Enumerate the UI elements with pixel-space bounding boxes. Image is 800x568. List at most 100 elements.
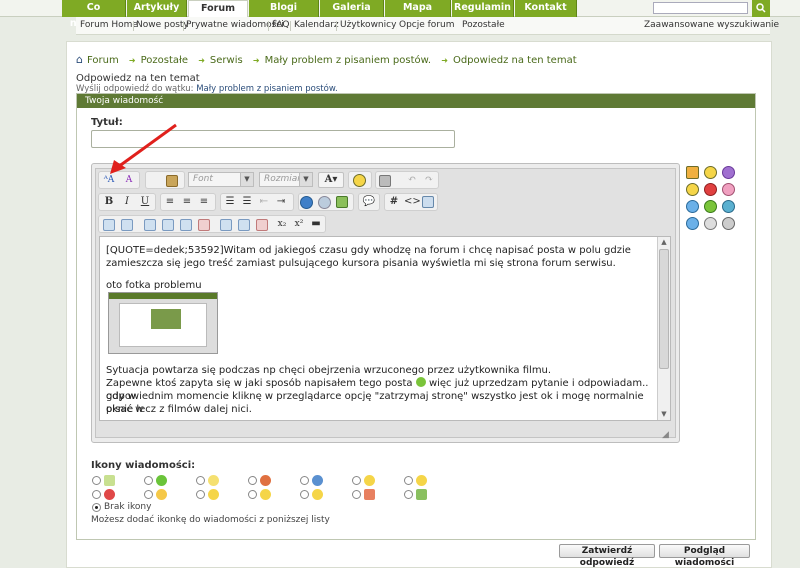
unordered-list-icon[interactable]: ☰ [239,194,255,210]
row-below-icon[interactable] [180,219,192,231]
subnav-pozostale[interactable]: Pozostałe [462,20,505,30]
tab-artykuly[interactable]: Artykuły [127,0,187,17]
subnav-kalendarz[interactable]: Kalendarz [294,20,339,30]
scroll-down-icon[interactable]: ▼ [658,409,670,420]
smiley-note-icon[interactable] [686,166,699,179]
indent-icon[interactable]: ⇥ [273,194,289,210]
smiley-insert-icon[interactable] [353,174,366,187]
tab-blogi[interactable]: Blogi [249,0,319,17]
col-left-icon[interactable] [238,219,250,231]
smiley-cool-icon[interactable] [686,200,699,213]
icon-radio-2[interactable] [144,476,153,485]
superscript-icon[interactable]: x² [291,216,307,232]
icon-radio-14[interactable] [404,490,413,499]
smiley-laugh-icon[interactable] [722,200,735,213]
smiley-smile-icon[interactable] [704,166,717,179]
top-nav: Co nowego? Artykuły Forum Blogi Galeria … [0,0,800,29]
smiley-grin-icon[interactable] [704,200,717,213]
subnav-faq[interactable]: FAQ [272,20,289,30]
search-icon [756,3,766,13]
submit-reply-button[interactable]: Zatwierdź odpowiedź [559,544,655,568]
row-above-icon[interactable] [162,219,174,231]
subnav-uzytkownicy[interactable]: Użytkownicy [340,20,396,30]
textarea-scrollbar[interactable]: ▲ ▼ [657,237,670,420]
align-left-icon[interactable]: ≡ [162,194,178,210]
bold-icon[interactable]: B [101,194,117,210]
icon-smile-icon [416,475,427,486]
home-icon: ⌂ [76,53,83,66]
image-icon[interactable] [336,196,348,208]
subscript-icon[interactable]: x₂ [274,216,290,232]
col-insert-icon[interactable] [220,219,232,231]
resize-handle-icon[interactable]: ◢ [662,430,669,440]
smiley-wink-icon[interactable] [686,183,699,196]
smiley-tongue-icon[interactable] [722,183,735,196]
table-icon[interactable] [103,219,115,231]
redo-icon[interactable]: ↷ [421,172,437,188]
outdent-icon[interactable]: ⇤ [256,194,272,210]
preview-button[interactable]: Podgląd wiadomości [659,544,750,568]
subnav-nowe-posty[interactable]: Nowe posty [136,20,189,30]
link-icon[interactable] [300,196,313,209]
message-icons-label: Ikony wiadomości: [91,460,196,471]
smiley-confused-icon[interactable] [686,217,699,230]
message-textarea[interactable]: [QUOTE=dedek;53592]Witam od jakiegoś cza… [99,236,671,421]
subnav-opcje-forum[interactable]: Opcje forum [399,20,455,30]
crumb-thread[interactable]: Mały problem z pisaniem postów. [265,55,431,66]
icon-radio-10[interactable] [196,490,205,499]
undo-icon[interactable]: ↶ [404,172,420,188]
tab-kontakt[interactable]: Kontakt [515,0,577,17]
icon-radio-1[interactable] [92,476,101,485]
icon-radio-5[interactable] [300,476,309,485]
attach-icon[interactable] [379,175,391,187]
icon-radio-8[interactable] [92,490,101,499]
smiley-purple-icon[interactable] [722,166,735,179]
ordered-list-icon[interactable]: ☰ [222,194,238,210]
search-input[interactable] [653,2,748,14]
font-color-button[interactable]: A▾ [318,172,344,188]
italic-icon[interactable]: I [119,194,135,210]
icon-radio-12[interactable] [300,490,309,499]
hash-icon[interactable]: # [386,194,402,210]
icon-radio-3[interactable] [196,476,205,485]
search-button[interactable] [752,0,770,17]
tab-forum[interactable]: Forum [188,0,248,18]
crumb-forum[interactable]: Forum [87,55,119,66]
icon-radio-4[interactable] [248,476,257,485]
align-center-icon[interactable]: ≡ [179,194,195,210]
col-delete-icon[interactable] [256,219,268,231]
tab-regulamin[interactable]: Regulamin [452,0,514,17]
crumb-serwis[interactable]: Serwis [210,55,243,66]
php-icon[interactable] [422,196,434,208]
icon-radio-11[interactable] [248,490,257,499]
unlink-icon[interactable] [318,196,331,209]
align-right-icon[interactable]: ≡ [196,194,212,210]
smiley-shades-icon[interactable] [704,217,717,230]
icon-radio-6[interactable] [352,476,361,485]
smiley-eek-icon[interactable] [722,217,735,230]
scroll-up-icon[interactable]: ▲ [658,237,670,248]
no-icon-radio[interactable] [92,503,101,512]
crumb-pozostale[interactable]: Pozostałe [141,55,188,66]
subnav-prywatne[interactable]: Prywatne wiadomości [186,20,284,30]
panel-header: Twoja wiadomość [77,94,755,108]
code-icon[interactable]: <> [403,194,421,210]
subnav-forum-home[interactable]: Forum Home [80,20,138,30]
icon-radio-7[interactable] [404,476,413,485]
tab-galeria[interactable]: Galeria [320,0,384,17]
row-insert-icon[interactable] [144,219,156,231]
tab-mapa-lowisk[interactable]: Mapa łowisk [385,0,451,29]
size-select[interactable]: Rozmiar ▼ [259,172,313,187]
icon-radio-9[interactable] [144,490,153,499]
smiley-angry-icon[interactable] [704,183,717,196]
row-delete-icon[interactable] [198,219,210,231]
table-props-icon[interactable] [121,219,133,231]
subnav-advanced-search[interactable]: Zaawansowane wyszukiwanie [644,20,779,30]
tab-co-nowego[interactable]: Co nowego? [62,0,126,29]
quote-icon[interactable]: 💬 [361,194,377,210]
scroll-thumb[interactable] [659,249,669,369]
horizontal-rule-icon[interactable]: ▬ [308,216,324,232]
font-select[interactable]: Font ▼ [188,172,254,187]
icon-radio-13[interactable] [352,490,361,499]
underline-icon[interactable]: U [137,194,153,210]
